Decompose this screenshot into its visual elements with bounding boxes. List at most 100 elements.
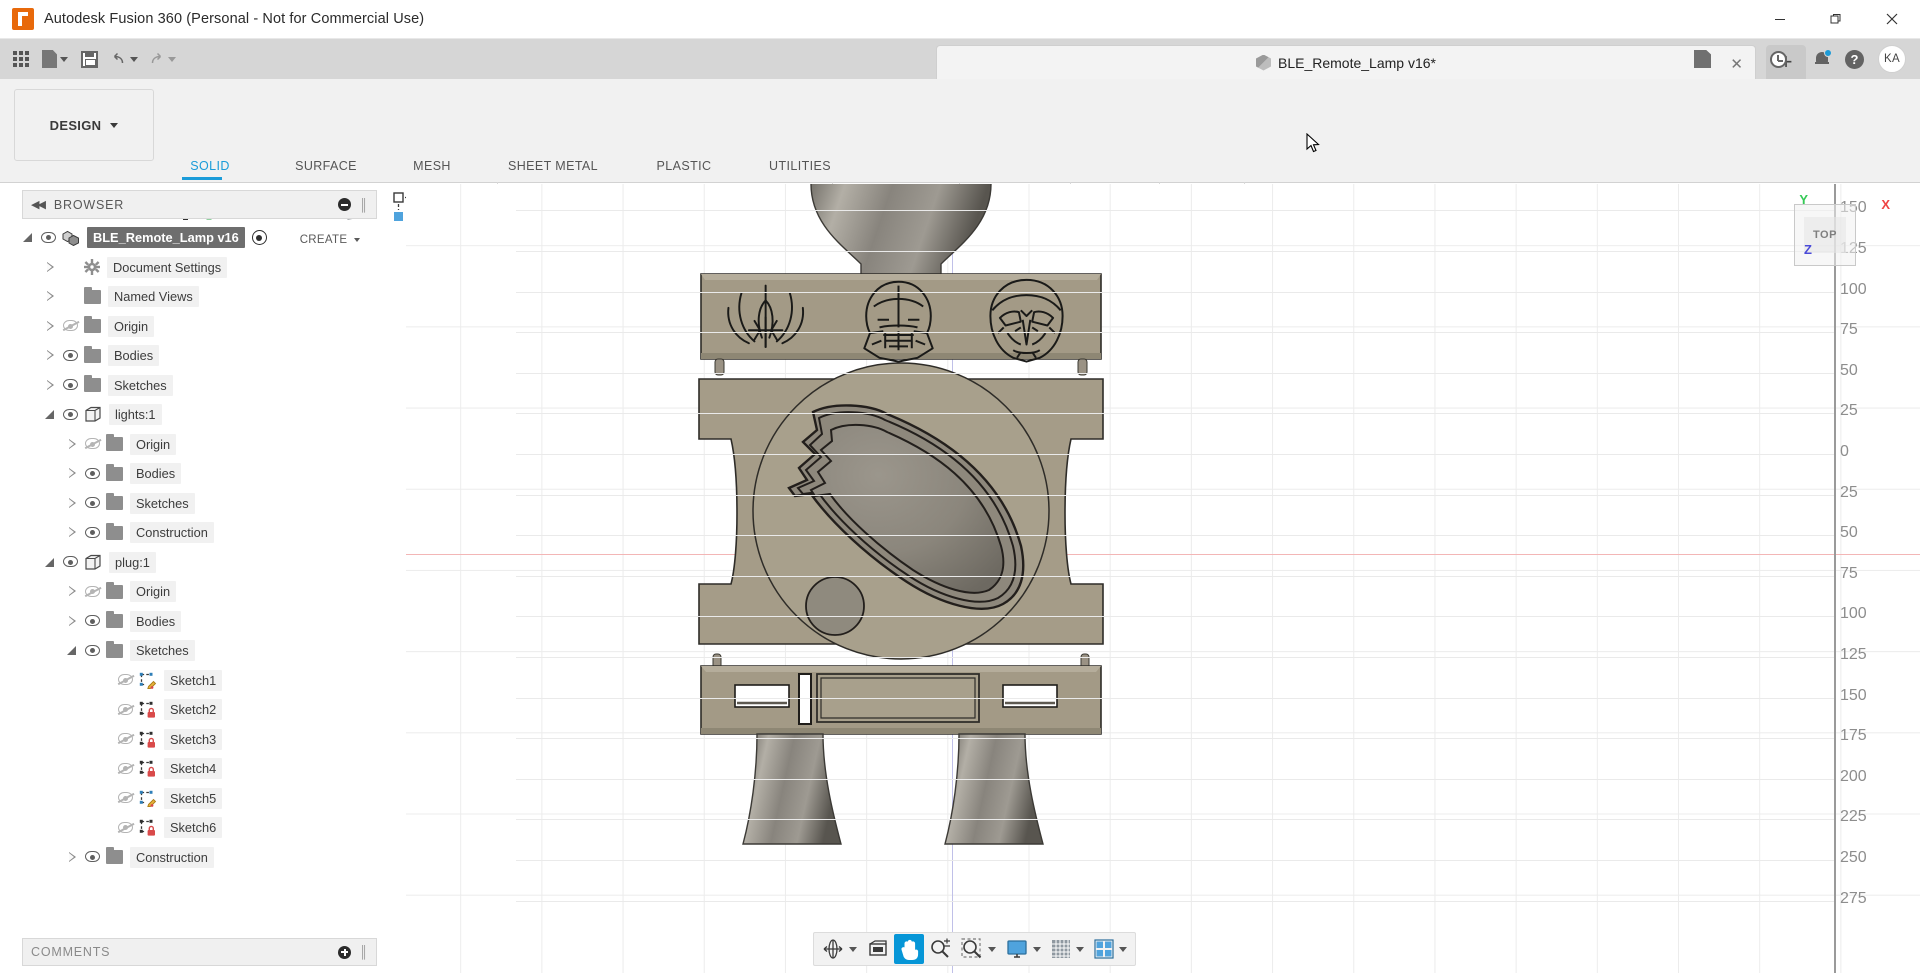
chevron-collapsed-icon[interactable] <box>44 261 57 274</box>
chevron-collapsed-icon[interactable] <box>44 290 57 303</box>
visibility-on-icon[interactable] <box>83 467 102 481</box>
chevron-collapsed-icon[interactable] <box>66 467 79 480</box>
tab-sheet-metal[interactable]: SHEET METAL <box>493 159 613 178</box>
chevron-expanded-icon[interactable] <box>44 556 57 569</box>
tree-item-bodies[interactable]: Bodies <box>22 341 377 371</box>
display-settings-button[interactable] <box>1001 934 1046 964</box>
tree-item-bodies[interactable]: Bodies <box>22 459 377 489</box>
close-button[interactable] <box>1864 0 1920 39</box>
visibility-on-icon[interactable] <box>83 496 102 510</box>
tab-surface[interactable]: SURFACE <box>281 159 371 178</box>
visibility-on-icon[interactable] <box>61 408 80 422</box>
visibility-on-icon[interactable] <box>39 231 58 245</box>
tree-item-plug-1[interactable]: plug:1 <box>22 548 377 578</box>
visibility-off-icon[interactable] <box>116 821 135 835</box>
tree-item-sketch1[interactable]: Sketch1 <box>22 666 377 696</box>
chevron-collapsed-icon[interactable] <box>66 526 79 539</box>
visibility-on-icon[interactable] <box>83 526 102 540</box>
help-button[interactable]: ? <box>1845 50 1864 69</box>
design-canvas[interactable]: 2502252001751501251007550250255075100125… <box>406 184 1920 973</box>
visibility-off-icon[interactable] <box>116 791 135 805</box>
visibility-off-icon[interactable] <box>116 673 135 687</box>
chevron-collapsed-icon[interactable] <box>44 349 57 362</box>
save-button[interactable] <box>74 43 104 75</box>
tree-item-sketch4[interactable]: Sketch4 <box>22 754 377 784</box>
tree-item-construction[interactable]: Construction <box>22 518 377 548</box>
activate-component-radio[interactable] <box>252 230 267 245</box>
tree-item-construction[interactable]: Construction <box>22 843 377 873</box>
tree-item-origin[interactable]: Origin <box>22 312 377 342</box>
panel-resize-grip[interactable]: ║ <box>359 945 368 959</box>
visibility-off-icon[interactable] <box>116 732 135 746</box>
viewports-button[interactable] <box>1089 934 1132 964</box>
tree-item-sketch5[interactable]: Sketch5 <box>22 784 377 814</box>
tree-item-lights-1[interactable]: lights:1 <box>22 400 377 430</box>
document-tab[interactable]: BLE_Remote_Lamp v16* ✕ <box>936 45 1756 79</box>
workspace-switcher[interactable]: DESIGN <box>14 89 154 161</box>
zoom-window-button[interactable] <box>956 934 1001 964</box>
visibility-on-icon[interactable] <box>83 614 102 628</box>
collapse-all-icon[interactable] <box>338 198 351 211</box>
chevron-down-icon[interactable] <box>1033 947 1041 952</box>
tree-item-sketch6[interactable]: Sketch6 <box>22 813 377 843</box>
tree-item-sketches[interactable]: Sketches <box>22 371 377 401</box>
chevron-expanded-icon[interactable] <box>66 644 79 657</box>
chevron-collapsed-icon[interactable] <box>66 615 79 628</box>
panel-resize-grip[interactable]: ║ <box>359 198 368 212</box>
tab-solid[interactable]: SOLID <box>175 159 245 178</box>
tree-item-document-settings[interactable]: Document Settings <box>22 253 377 283</box>
tree-item-named-views[interactable]: Named Views <box>22 282 377 312</box>
look-at-button[interactable] <box>862 934 894 964</box>
visibility-on-icon[interactable] <box>61 378 80 392</box>
chevron-collapsed-icon[interactable] <box>44 320 57 333</box>
chevron-collapsed-icon[interactable] <box>66 497 79 510</box>
tree-item-sketch3[interactable]: Sketch3 <box>22 725 377 755</box>
chevron-collapsed-icon[interactable] <box>66 585 79 598</box>
avatar[interactable]: KA <box>1878 45 1906 73</box>
undo-button[interactable] <box>106 43 142 75</box>
visibility-on-icon[interactable] <box>61 349 80 363</box>
tree-item-origin[interactable]: Origin <box>22 430 377 460</box>
new-file-button[interactable] <box>38 43 72 75</box>
collapse-panel-icon[interactable]: ◀◀ <box>31 198 44 211</box>
app-grid-button[interactable] <box>6 43 36 75</box>
chevron-down-icon[interactable] <box>988 947 996 952</box>
chevron-expanded-icon[interactable] <box>44 408 57 421</box>
model-3d-view[interactable] <box>691 184 1111 954</box>
zoom-button[interactable] <box>924 934 956 964</box>
chevron-collapsed-icon[interactable] <box>66 851 79 864</box>
visibility-off-icon[interactable] <box>116 762 135 776</box>
chevron-collapsed-icon[interactable] <box>66 438 79 451</box>
minimize-button[interactable] <box>1752 0 1808 39</box>
chevron-down-icon[interactable] <box>849 947 857 952</box>
chevron-down-icon[interactable] <box>1076 947 1084 952</box>
visibility-on-icon[interactable] <box>83 644 102 658</box>
visibility-off-icon[interactable] <box>116 703 135 717</box>
tree-item-bodies[interactable]: Bodies <box>22 607 377 637</box>
tree-item-ble-remote-lamp-v16[interactable]: BLE_Remote_Lamp v16 <box>22 223 377 253</box>
grid-snaps-button[interactable] <box>1046 934 1089 964</box>
chevron-down-icon[interactable] <box>1119 947 1127 952</box>
tab-mesh[interactable]: MESH <box>397 159 467 178</box>
browser-title: BROWSER <box>54 198 124 212</box>
redo-button[interactable] <box>144 43 180 75</box>
notifications-button[interactable] <box>1813 50 1831 68</box>
document-tab-close-icon[interactable]: ✕ <box>1730 55 1743 73</box>
tree-item-sketch2[interactable]: Sketch2 <box>22 695 377 725</box>
tree-item-origin[interactable]: Origin <box>22 577 377 607</box>
chevron-expanded-icon[interactable] <box>22 231 35 244</box>
orbit-button[interactable] <box>817 934 862 964</box>
chevron-collapsed-icon[interactable] <box>44 379 57 392</box>
tab-plastic[interactable]: PLASTIC <box>639 159 729 178</box>
visibility-on-icon[interactable] <box>83 850 102 864</box>
visibility-off-icon[interactable] <box>83 437 102 451</box>
add-comment-icon[interactable] <box>338 946 351 959</box>
visibility-off-icon[interactable] <box>61 319 80 333</box>
tree-item-sketches[interactable]: Sketches <box>22 636 377 666</box>
tab-utilities[interactable]: UTILITIES <box>755 159 845 178</box>
visibility-on-icon[interactable] <box>61 555 80 569</box>
visibility-off-icon[interactable] <box>83 585 102 599</box>
maximize-button[interactable] <box>1808 0 1864 39</box>
pan-button[interactable] <box>894 934 924 964</box>
tree-item-sketches[interactable]: Sketches <box>22 489 377 519</box>
